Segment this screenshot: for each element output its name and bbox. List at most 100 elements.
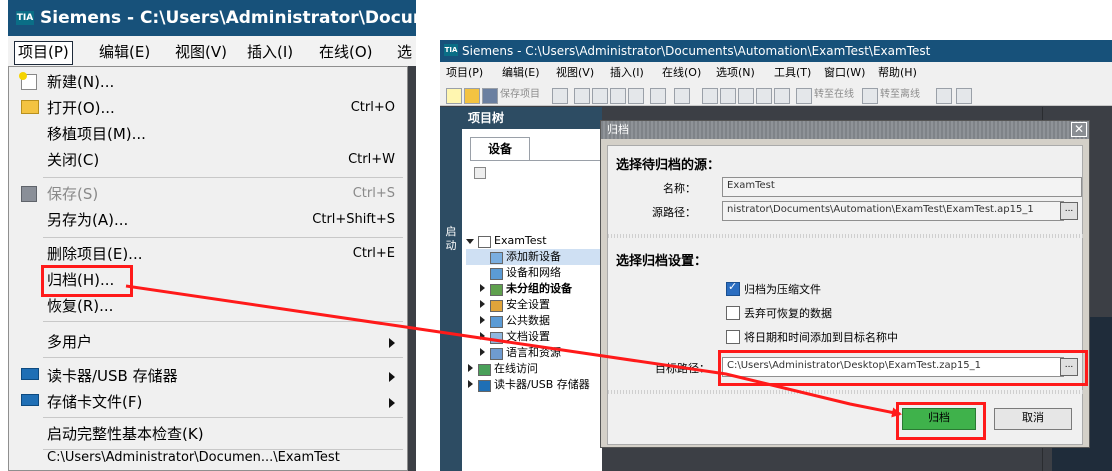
go-offline-label[interactable]: 转至离线 xyxy=(880,84,920,106)
menu-options[interactable]: 选项(N) xyxy=(716,62,755,84)
menu-edit[interactable]: 编辑(E) xyxy=(502,62,540,84)
compress-checkbox[interactable] xyxy=(726,280,740,296)
common-data-icon xyxy=(490,316,503,328)
undo-icon[interactable] xyxy=(650,88,666,104)
save-icon[interactable] xyxy=(482,88,498,104)
expand-arrow-icon[interactable] xyxy=(480,332,485,340)
new-project-icon xyxy=(19,72,37,90)
download-icon[interactable] xyxy=(720,88,736,104)
menu-item-shortcut: Ctrl+E xyxy=(352,246,395,261)
menu-item-label: 保存(S) xyxy=(47,185,99,203)
grid-view-icon[interactable] xyxy=(474,167,486,179)
menu-window[interactable]: 窗口(W) xyxy=(824,62,865,84)
go-online-icon[interactable] xyxy=(796,88,812,104)
menu-tools[interactable]: 工具(T) xyxy=(774,62,811,84)
tree-item-label: 文档设置 xyxy=(506,330,550,343)
monitor-icon[interactable] xyxy=(774,88,790,104)
ok-highlight-box xyxy=(896,402,986,440)
menu-item-label: 另存为(A)... xyxy=(47,211,129,229)
expand-arrow-icon[interactable] xyxy=(468,364,473,372)
simulate-icon[interactable] xyxy=(756,88,772,104)
menu-item-card-reader[interactable]: 读卡器/USB 存储器 xyxy=(9,363,407,389)
project-icon xyxy=(478,236,491,248)
menu-online[interactable]: 在线(O) xyxy=(316,41,376,63)
tree-item-label: 添加新设备 xyxy=(506,250,561,263)
menu-view[interactable]: 视图(V) xyxy=(556,62,594,84)
redo-icon[interactable] xyxy=(674,88,690,104)
menu-item-delete-project[interactable]: 删除项目(E)... Ctrl+E xyxy=(9,241,407,267)
menu-online[interactable]: 在线(O) xyxy=(662,62,701,84)
menu-item-integrity-check[interactable]: 启动完整性基本检查(K) xyxy=(9,421,407,447)
copy-icon[interactable] xyxy=(592,88,608,104)
cut-icon[interactable] xyxy=(574,88,590,104)
diagnostics-icon[interactable] xyxy=(956,88,972,104)
print-icon[interactable] xyxy=(552,88,568,104)
languages-icon xyxy=(490,348,503,360)
menu-item-open[interactable]: 打开(O)... Ctrl+O xyxy=(9,95,407,121)
menu-edit[interactable]: 编辑(E) xyxy=(96,41,153,63)
cancel-button[interactable]: 取消 xyxy=(994,408,1072,430)
menu-project[interactable]: 项目(P) xyxy=(14,41,73,65)
tree-item-label: 安全设置 xyxy=(506,298,550,311)
tree-item-label: 未分组的设备 xyxy=(506,282,572,295)
menu-item-retrieve[interactable]: 恢复(R)... xyxy=(9,293,407,319)
menu-insert[interactable]: 插入(I) xyxy=(244,41,296,63)
accessible-devices-icon[interactable] xyxy=(936,88,952,104)
tab-devices[interactable]: 设备 xyxy=(470,137,530,161)
menu-item-label: 移植项目(M)... xyxy=(47,125,146,143)
paste-icon[interactable] xyxy=(610,88,626,104)
discard-data-checkbox[interactable] xyxy=(726,306,740,320)
save-project-label[interactable]: 保存项目 xyxy=(500,84,540,106)
menu-options[interactable]: 选 xyxy=(394,41,415,63)
menu-item-memory-card-file[interactable]: 存储卡文件(F) xyxy=(9,389,407,415)
delete-icon[interactable] xyxy=(628,88,644,104)
submenu-arrow-icon xyxy=(389,372,395,382)
menu-item-multiuser[interactable]: 多用户 xyxy=(9,329,407,355)
menu-help[interactable]: 帮助(H) xyxy=(878,62,917,84)
tia-logo-icon: TIA xyxy=(444,44,458,56)
expand-arrow-icon[interactable] xyxy=(468,380,473,388)
save-icon xyxy=(21,186,37,202)
menu-item-migrate[interactable]: 移植项目(M)... xyxy=(9,121,407,147)
menu-item-shortcut: Ctrl+O xyxy=(350,100,395,115)
source-browse-button[interactable]: ... xyxy=(1060,202,1078,220)
go-online-label[interactable]: 转至在线 xyxy=(814,84,854,106)
tree-item-label: 公共数据 xyxy=(506,314,550,327)
menu-separator xyxy=(43,177,403,178)
menu-item-shortcut: Ctrl+W xyxy=(348,152,395,167)
menu-insert[interactable]: 插入(I) xyxy=(610,62,644,84)
target-path-highlight-box xyxy=(718,350,1088,386)
submenu-arrow-icon xyxy=(389,398,395,408)
security-icon xyxy=(490,300,503,312)
menu-item-new[interactable]: 新建(N)... xyxy=(9,69,407,95)
expand-arrow-icon[interactable] xyxy=(480,284,485,292)
compile-icon[interactable] xyxy=(702,88,718,104)
add-device-icon xyxy=(490,252,503,264)
menu-bar: 项目(P) 编辑(E) 视图(V) 插入(I) 在线(O) 选项(N) 工具(T… xyxy=(440,62,1112,84)
new-project-icon[interactable] xyxy=(446,88,462,104)
close-icon[interactable]: ✕ xyxy=(1071,122,1087,137)
dialog-separator xyxy=(608,234,1084,238)
name-field[interactable]: ExamTest xyxy=(722,177,1082,197)
menu-project[interactable]: 项目(P) xyxy=(446,62,483,84)
tree-item-add-device[interactable]: 添加新设备 xyxy=(466,249,602,265)
open-folder-icon[interactable] xyxy=(464,88,480,104)
source-path-field[interactable]: nistrator\Documents\Automation\ExamTest\… xyxy=(722,201,1064,221)
expand-arrow-icon[interactable] xyxy=(480,316,485,324)
dialog-separator xyxy=(608,390,1084,394)
menu-item-recent-project[interactable]: C:\Users\Administrator\Documen...\ExamTe… xyxy=(9,445,407,471)
menu-item-label: 关闭(C) xyxy=(47,151,100,169)
upload-icon[interactable] xyxy=(738,88,754,104)
menu-view[interactable]: 视图(V) xyxy=(172,41,230,63)
side-strip-label[interactable]: 启动 xyxy=(444,225,458,253)
expand-arrow-icon[interactable] xyxy=(480,300,485,308)
device-group-icon xyxy=(490,284,503,296)
go-offline-icon[interactable] xyxy=(862,88,878,104)
tree-item-label: 设备和网络 xyxy=(506,266,561,279)
menu-item-save-as[interactable]: 另存为(A)... Ctrl+Shift+S xyxy=(9,207,407,233)
dialog-title-bar: 归档 ✕ xyxy=(601,121,1089,139)
menu-item-close[interactable]: 关闭(C) Ctrl+W xyxy=(9,147,407,173)
add-datetime-checkbox[interactable] xyxy=(726,330,740,344)
expand-arrow-icon[interactable] xyxy=(480,348,485,356)
expand-arrow-icon[interactable] xyxy=(466,239,474,244)
